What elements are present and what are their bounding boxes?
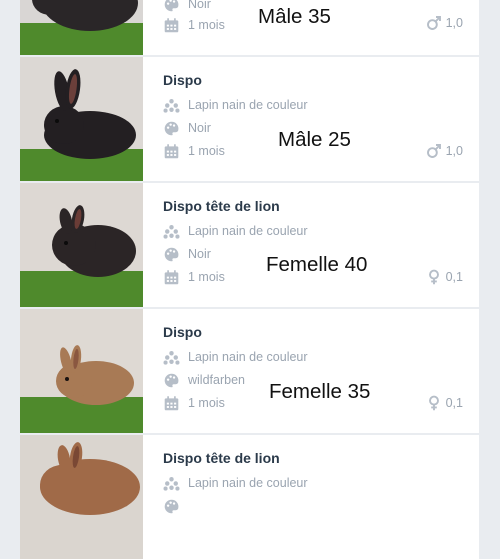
paw-icon — [163, 350, 180, 365]
age-text: 1 mois — [188, 144, 225, 158]
color-text: Noir — [188, 121, 211, 135]
palette-icon — [164, 0, 179, 11]
color-text: Noir — [188, 0, 211, 11]
color-row: Noir — [163, 245, 211, 263]
listing-card[interactable]: Noir 1 mois Mâle 35 1,0 — [20, 0, 479, 55]
calendar-icon — [164, 143, 179, 158]
sex-ratio: 0,1 — [445, 396, 463, 410]
listing-card[interactable]: Dispo tête de lion Lapin nain de couleur — [20, 435, 479, 559]
calendar-icon — [164, 395, 179, 410]
sex-ratio: 0,1 — [445, 270, 463, 284]
paw-icon — [163, 98, 180, 113]
sex-ratio: 1,0 — [445, 16, 463, 30]
calendar-icon — [164, 269, 179, 284]
age-row: 1 mois — [163, 16, 225, 34]
rabbit-photo — [20, 309, 143, 433]
breed-row: Lapin nain de couleur — [163, 474, 308, 492]
calendar-icon — [164, 17, 179, 32]
age-text: 1 mois — [188, 396, 225, 410]
female-icon — [428, 269, 439, 285]
age-text: 1 mois — [188, 18, 225, 32]
color-text: wildfarben — [188, 373, 245, 387]
age-row: 1 mois — [163, 268, 225, 286]
listing-title: Dispo — [163, 324, 202, 340]
listing-title: Dispo tête de lion — [163, 198, 280, 214]
breed-row: Lapin nain de couleur — [163, 348, 308, 366]
breed-text: Lapin nain de couleur — [188, 98, 308, 112]
listing-card[interactable]: Dispo Lapin nain de couleur Noir 1 mois … — [20, 57, 479, 181]
paw-icon — [163, 224, 180, 239]
male-icon — [426, 16, 441, 30]
palette-icon — [164, 499, 179, 513]
breed-text: Lapin nain de couleur — [188, 224, 308, 238]
breed-row: Lapin nain de couleur — [163, 96, 308, 114]
breed-text: Lapin nain de couleur — [188, 350, 308, 364]
color-row: wildfarben — [163, 371, 245, 389]
breed-row: Lapin nain de couleur — [163, 222, 308, 240]
age-row: 1 mois — [163, 394, 225, 412]
listing-card[interactable]: Dispo tête de lion Lapin nain de couleur… — [20, 183, 479, 307]
breed-text: Lapin nain de couleur — [188, 476, 308, 490]
color-row: Noir — [163, 119, 211, 137]
sex-indicator: 1,0 — [426, 15, 463, 31]
age-row: 1 mois — [163, 142, 225, 160]
age-text: 1 mois — [188, 270, 225, 284]
price-note: Femelle 40 — [266, 253, 368, 276]
rabbit-photo — [20, 0, 143, 55]
listing-card[interactable]: Dispo Lapin nain de couleur wildfarben 1… — [20, 309, 479, 433]
palette-icon — [164, 247, 179, 261]
color-row: Noir — [163, 0, 211, 13]
paw-icon — [163, 476, 180, 491]
palette-icon — [164, 373, 179, 387]
price-note: Mâle 25 — [278, 128, 351, 151]
color-text: Noir — [188, 247, 211, 261]
sex-indicator: 0,1 — [426, 269, 463, 285]
rabbit-photo — [20, 57, 143, 181]
listing-title: Dispo — [163, 72, 202, 88]
rabbit-photo — [20, 435, 143, 559]
price-note: Femelle 35 — [269, 380, 371, 403]
sex-indicator: 0,1 — [426, 395, 463, 411]
sex-indicator: 1,0 — [426, 143, 463, 159]
rabbit-photo — [20, 183, 143, 307]
male-icon — [426, 144, 441, 158]
price-note: Mâle 35 — [258, 5, 331, 28]
female-icon — [428, 395, 439, 411]
palette-icon — [164, 121, 179, 135]
sex-ratio: 1,0 — [445, 144, 463, 158]
listing-title: Dispo tête de lion — [163, 450, 280, 466]
